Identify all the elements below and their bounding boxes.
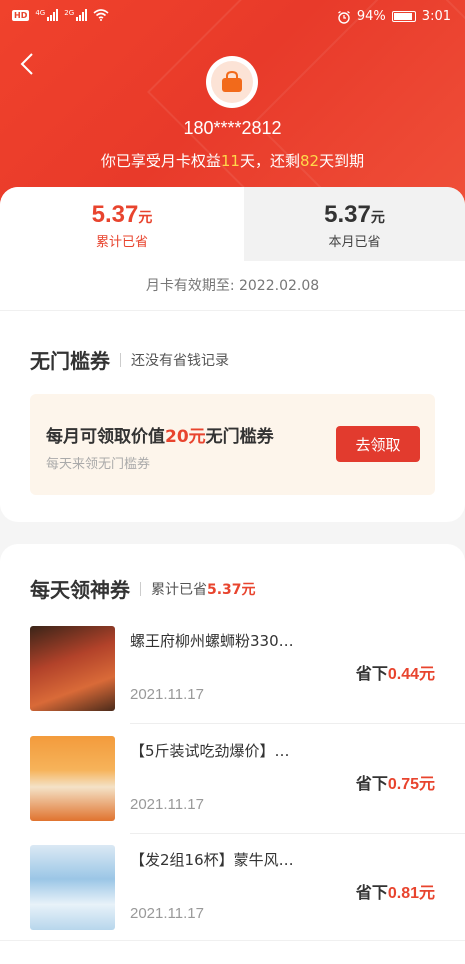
daily-coupon-section: 每天领神券 累计已省5.37元 螺王府柳州螺蛳粉330… 2021.11.17 …: [0, 544, 465, 964]
coupon-offer-subtitle: 每天来领无门槛券: [46, 457, 151, 472]
product-name: 【发2组16杯】蒙牛风…: [130, 851, 294, 869]
product-date: 2021.11.17: [130, 905, 204, 922]
month-saved-label: 本月已省: [328, 235, 381, 250]
list-item[interactable]: 【5斤装试吃劲爆价】… 2021.11.17 省下0.75元: [0, 736, 465, 844]
coupon-offer: 每月可领取价值20元无门槛券 每天来领无门槛券 去领取: [30, 394, 435, 495]
shopping-bag-icon: [222, 71, 242, 92]
list-item[interactable]: 【发2组16杯】蒙牛风… 2021.11.17 省下0.81元: [0, 845, 465, 953]
signal-icon: 4G: [35, 9, 59, 21]
product-saved: 省下0.75元: [355, 774, 435, 793]
product-saved: 省下0.81元: [355, 883, 435, 902]
phone-number: 180****2812: [183, 118, 282, 138]
total-saved-amount: 5.37元: [91, 201, 153, 228]
signal-icon: 2G: [64, 9, 88, 21]
clock: 3:01: [421, 9, 451, 24]
claim-button[interactable]: 去领取: [336, 426, 420, 462]
product-name: 【5斤装试吃劲爆价】…: [130, 742, 290, 760]
daily-section-title: 每天领神券 累计已省5.37元: [30, 578, 256, 602]
tab-month-saved[interactable]: 5.37元 本月已省: [244, 187, 465, 261]
battery-text: 94%: [356, 9, 386, 24]
hd-badge: HD: [12, 9, 30, 21]
status-bar: HD 4G 2G 94% 3:01: [0, 0, 465, 36]
avatar: [206, 56, 258, 108]
coupon-section: 无门槛券 还没有省钱记录 每月可领取价值20元无门槛券 每天来领无门槛券 去领取: [0, 310, 465, 522]
product-date: 2021.11.17: [130, 686, 204, 703]
month-saved-amount: 5.37元: [324, 201, 385, 228]
battery-icon: [391, 11, 416, 22]
product-date: 2021.11.17: [130, 796, 204, 813]
product-image: [30, 626, 115, 711]
product-name: 螺王府柳州螺蛳粉330…: [130, 632, 294, 650]
coupon-section-title: 无门槛券 还没有省钱记录: [30, 349, 229, 373]
wifi-icon: [93, 9, 109, 21]
alarm-icon: [338, 10, 350, 24]
benefit-text: 你已享受月卡权益11天，还剩82天到期: [100, 152, 365, 170]
list-item[interactable]: 螺王府柳州螺蛳粉330… 2021.11.17 省下0.44元: [0, 626, 465, 734]
tab-total-saved[interactable]: 5.37元 累计已省: [0, 187, 244, 261]
total-saved-label: 累计已省: [95, 235, 148, 250]
days-used: 11: [220, 152, 240, 170]
back-button[interactable]: [18, 52, 38, 76]
product-image: [30, 736, 115, 821]
validity-text: 月卡有效期至: 2022.02.08: [145, 278, 320, 294]
bottom-bar: [0, 940, 465, 964]
product-saved: 省下0.44元: [355, 664, 435, 683]
coupon-section-subtitle: 还没有省钱记录: [131, 352, 229, 369]
coupon-offer-title: 每月可领取价值20元无门槛券: [46, 427, 274, 447]
savings-card: 5.37元 累计已省 5.37元 本月已省 月卡有效期至: 2022.02.08: [0, 187, 465, 310]
product-image: [30, 845, 115, 930]
daily-section-subtitle: 累计已省5.37元: [151, 581, 256, 598]
days-left: 82: [300, 152, 320, 170]
